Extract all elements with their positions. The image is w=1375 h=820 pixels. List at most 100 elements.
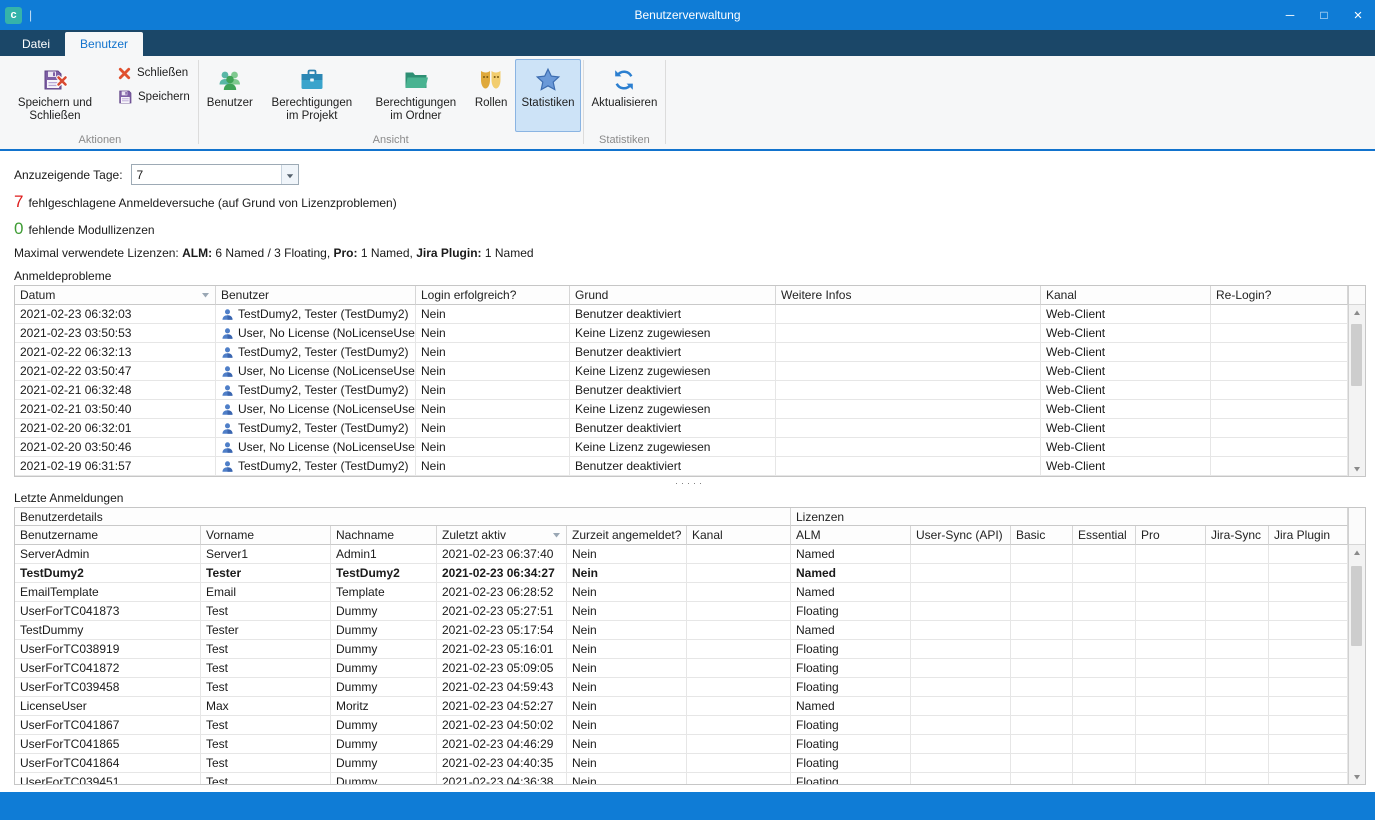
cell-re-login (1211, 324, 1348, 343)
cell-jira-plugin (1269, 564, 1348, 583)
column-header-weitere-infos[interactable]: Weitere Infos (776, 286, 1041, 305)
column-header-re-login[interactable]: Re-Login? (1211, 286, 1348, 305)
cell-jira-sync (1206, 735, 1269, 754)
table-row[interactable]: 2021-02-20 06:32:01TestDumy2, Tester (Te… (15, 419, 1348, 438)
license-text-segment: 1 Named (482, 246, 534, 260)
splitter-grip[interactable]: ····· (14, 477, 1366, 489)
column-header-jira-plugin[interactable]: Jira Plugin (1269, 526, 1348, 545)
cell-kanal (687, 678, 791, 697)
table-row[interactable]: 2021-02-20 03:50:46User, No License (NoL… (15, 438, 1348, 457)
scroll-down-button[interactable] (1349, 461, 1365, 476)
column-header-login-erfolgreich[interactable]: Login erfolgreich? (416, 286, 570, 305)
table-row[interactable]: UserForTC041865TestDummy2021-02-23 04:46… (15, 735, 1348, 754)
table-row[interactable]: TestDummyTesterDummy2021-02-23 05:17:54N… (15, 621, 1348, 640)
band-header-benutzerdetails[interactable]: Benutzerdetails (15, 508, 791, 526)
table-row[interactable]: 2021-02-22 03:50:47User, No License (NoL… (15, 362, 1348, 381)
table-row[interactable]: UserForTC038919TestDummy2021-02-23 05:16… (15, 640, 1348, 659)
cell-weitere-infos (776, 305, 1041, 324)
ribbon-group-separator (583, 60, 584, 144)
column-header-kanal[interactable]: Kanal (687, 526, 791, 545)
anmeldeprobleme-scrollbar[interactable] (1348, 286, 1365, 476)
benutzer-view-button[interactable]: Benutzer (201, 59, 259, 132)
scroll-thumb[interactable] (1351, 566, 1362, 646)
column-header-grund[interactable]: Grund (570, 286, 776, 305)
letzte-anmeldungen-title: Letzte Anmeldungen (14, 491, 1375, 505)
column-header-alm[interactable]: ALM (791, 526, 911, 545)
cell-zurzeit-angemeldet: Nein (567, 602, 687, 621)
aktualisieren-button[interactable]: Aktualisieren (586, 59, 664, 132)
cell-kanal (687, 564, 791, 583)
column-header-nachname[interactable]: Nachname (331, 526, 437, 545)
splitter-dots-icon: ····· (675, 478, 705, 488)
scroll-track[interactable] (1349, 560, 1365, 769)
cell-jira-sync (1206, 716, 1269, 735)
minimize-button[interactable]: ─ (1273, 0, 1307, 30)
table-row[interactable]: UserForTC041864TestDummy2021-02-23 04:40… (15, 754, 1348, 773)
missing-licenses-count: 0 (14, 219, 23, 239)
close-button[interactable]: Schließen (110, 62, 197, 84)
statistiken-button[interactable]: Statistiken (515, 59, 580, 132)
close-window-button[interactable]: × (1341, 0, 1375, 30)
column-header-zurzeit-angemeldet[interactable]: Zurzeit angemeldet? (567, 526, 687, 545)
license-text-segment: Jira Plugin: (416, 246, 481, 260)
table-row[interactable]: EmailTemplateEmailTemplate2021-02-23 06:… (15, 583, 1348, 602)
cell-weitere-infos (776, 381, 1041, 400)
table-row[interactable]: 2021-02-23 03:50:53User, No License (NoL… (15, 324, 1348, 343)
band-header-lizenzen[interactable]: Lizenzen (791, 508, 1348, 526)
column-header-benutzer[interactable]: Benutzer (216, 286, 416, 305)
table-row[interactable]: ServerAdminServer1Admin12021-02-23 06:37… (15, 545, 1348, 564)
table-row[interactable]: 2021-02-21 06:32:48TestDumy2, Tester (Te… (15, 381, 1348, 400)
cell-basic (1011, 659, 1073, 678)
days-filter-select[interactable]: 7 (131, 164, 299, 185)
column-header-pro[interactable]: Pro (1136, 526, 1206, 545)
save-and-close-button[interactable]: Speichern und Schließen (4, 59, 106, 132)
cell-weitere-infos (776, 457, 1041, 476)
table-row[interactable]: UserForTC041873TestDummy2021-02-23 05:27… (15, 602, 1348, 621)
table-row[interactable]: 2021-02-22 06:32:13TestDumy2, Tester (Te… (15, 343, 1348, 362)
table-row[interactable]: UserForTC039451TestDummy2021-02-23 04:36… (15, 773, 1348, 784)
column-header-jira-sync[interactable]: Jira-Sync (1206, 526, 1269, 545)
scroll-down-button[interactable] (1349, 769, 1365, 784)
cell-jira-sync (1206, 678, 1269, 697)
column-header-essential[interactable]: Essential (1073, 526, 1136, 545)
table-row[interactable]: LicenseUserMaxMoritz2021-02-23 04:52:27N… (15, 697, 1348, 716)
table-row[interactable]: 2021-02-19 06:31:57TestDumy2, Tester (Te… (15, 457, 1348, 476)
letzte-anmeldungen-scrollbar[interactable] (1348, 508, 1365, 784)
column-header-user-sync-api[interactable]: User-Sync (API) (911, 526, 1011, 545)
column-header-vorname[interactable]: Vorname (201, 526, 331, 545)
cell-datum: 2021-02-20 06:32:01 (15, 419, 216, 438)
save-and-close-label: Speichern und Schließen (10, 97, 100, 123)
column-header-zuletzt-aktiv[interactable]: Zuletzt aktiv (437, 526, 567, 545)
scroll-up-button[interactable] (1349, 545, 1365, 560)
rollen-button[interactable]: Rollen (469, 59, 514, 132)
tab-benutzer[interactable]: Benutzer (65, 32, 143, 56)
table-row[interactable]: 2021-02-23 06:32:03TestDumy2, Tester (Te… (15, 305, 1348, 324)
save-button[interactable]: Speichern (110, 86, 197, 108)
masks-icon (478, 66, 504, 93)
cell-jira-sync (1206, 640, 1269, 659)
cell-benutzername: UserForTC041872 (15, 659, 201, 678)
table-row[interactable]: 2021-02-21 03:50:40User, No License (NoL… (15, 400, 1348, 419)
cell-benutzername: UserForTC041864 (15, 754, 201, 773)
table-row[interactable]: UserForTC041872TestDummy2021-02-23 05:09… (15, 659, 1348, 678)
column-header-datum[interactable]: Datum (15, 286, 216, 305)
cell-user-sync-api (911, 735, 1011, 754)
cell-login-erfolgreich: Nein (416, 305, 570, 324)
tab-datei[interactable]: Datei (7, 32, 65, 56)
berechtigungen-ordner-button[interactable]: Berechtigungen im Ordner (365, 59, 467, 132)
table-row[interactable]: UserForTC039458TestDummy2021-02-23 04:59… (15, 678, 1348, 697)
column-header-basic[interactable]: Basic (1011, 526, 1073, 545)
scroll-track[interactable] (1349, 320, 1365, 461)
berechtigungen-projekt-button[interactable]: Berechtigungen im Projekt (261, 59, 363, 132)
cell-benutzername: UserForTC041873 (15, 602, 201, 621)
maximize-button[interactable]: □ (1307, 0, 1341, 30)
table-row[interactable]: UserForTC041867TestDummy2021-02-23 04:50… (15, 716, 1348, 735)
combo-dropdown-button[interactable] (281, 165, 298, 184)
table-row[interactable]: TestDumy2TesterTestDumy22021-02-23 06:34… (15, 564, 1348, 583)
scroll-thumb[interactable] (1351, 324, 1362, 386)
scroll-up-button[interactable] (1349, 305, 1365, 320)
column-header-benutzername[interactable]: Benutzername (15, 526, 201, 545)
cell-zuletzt-aktiv: 2021-02-23 06:34:27 (437, 564, 567, 583)
column-header-kanal[interactable]: Kanal (1041, 286, 1211, 305)
cell-jira-plugin (1269, 602, 1348, 621)
